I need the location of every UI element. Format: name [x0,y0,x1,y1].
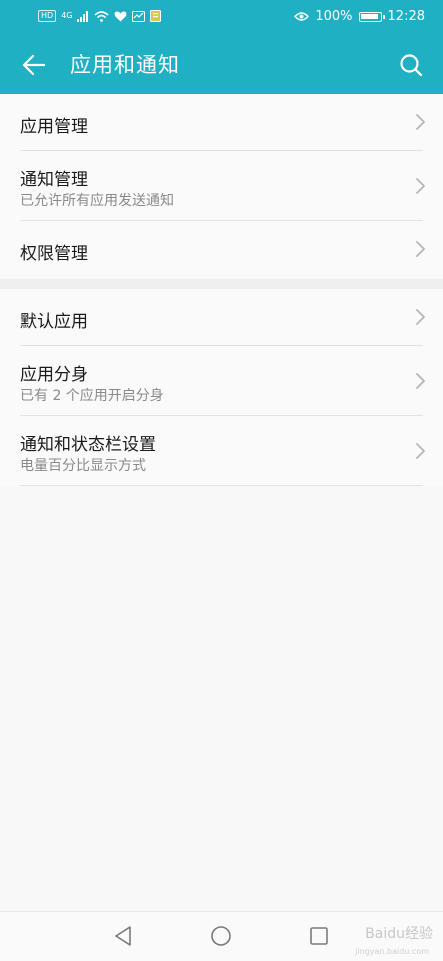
list-item-label: 默认应用 [20,312,88,332]
search-button[interactable] [391,45,431,85]
chevron-right-icon [416,241,425,257]
hd-icon: HD [38,10,57,22]
chevron-right-icon [416,309,425,325]
signal-type-label: 4G [61,11,73,20]
page-title: 应用和通知 [70,53,180,77]
nav-recent-button[interactable] [307,924,331,948]
list-item-label: 应用管理 [20,117,88,137]
activity-icon [132,10,146,22]
list-item-label: 通知和状态栏设置 [20,435,156,455]
settings-section-1: 应用管理 通知管理 已允许所有应用发送通知 权限管理 [0,94,443,278]
nav-back-icon [115,926,131,946]
baidu-watermark-url: jingyan.baidu.com [355,947,429,956]
nav-home-button[interactable] [209,924,233,948]
notification-icon [150,10,162,22]
status-bar: HD 4G 100% 12:28 [0,0,443,36]
app-bar: 应用和通知 [0,36,443,94]
nav-home-icon [211,926,231,946]
list-item-label: 权限管理 [20,244,88,264]
back-arrow-icon [22,54,46,76]
navigation-bar: Baidu经验 jingyan.baidu.com [0,911,443,961]
section-divider [0,279,443,289]
nav-back-button[interactable] [111,924,135,948]
list-item-label: 应用分身 [20,365,88,385]
heart-icon [115,11,127,21]
status-left-icons: HD 4G [38,10,162,22]
chevron-right-icon [416,373,425,389]
nav-recent-icon [310,927,328,945]
chevron-right-icon [416,178,425,194]
list-item-app-twin[interactable]: 应用分身 已有 2 个应用开启分身 [20,346,425,416]
battery-fill [360,13,378,19]
back-button[interactable] [14,45,54,85]
chevron-right-icon [416,114,425,130]
list-item-notification-management[interactable]: 通知管理 已允许所有应用发送通知 [20,151,425,221]
signal-icon [77,10,89,22]
list-item-permission-management[interactable]: 权限管理 [20,221,425,278]
list-item-label: 通知管理 [20,170,88,190]
wifi-icon [94,10,110,22]
list-item-default-apps[interactable]: 默认应用 [20,289,425,346]
battery-icon [358,11,385,22]
battery-percent: 100% [315,9,353,24]
baidu-watermark: Baidu经验 [365,926,433,942]
status-right-icons: 100% 12:28 [294,9,425,24]
list-item-subtitle: 已有 2 个应用开启分身 [20,388,164,404]
eye-icon [294,12,310,21]
settings-section-2: 默认应用 应用分身 已有 2 个应用开启分身 通知和状态栏设置 电量百分比显示方… [0,289,443,486]
search-icon [400,54,423,77]
status-time: 12:28 [387,9,425,24]
list-item-app-management[interactable]: 应用管理 [20,94,425,151]
list-item-subtitle: 电量百分比显示方式 [20,458,146,474]
list-item-notification-statusbar-settings[interactable]: 通知和状态栏设置 电量百分比显示方式 [20,416,425,486]
list-item-subtitle: 已允许所有应用发送通知 [20,193,174,209]
chevron-right-icon [416,443,425,459]
